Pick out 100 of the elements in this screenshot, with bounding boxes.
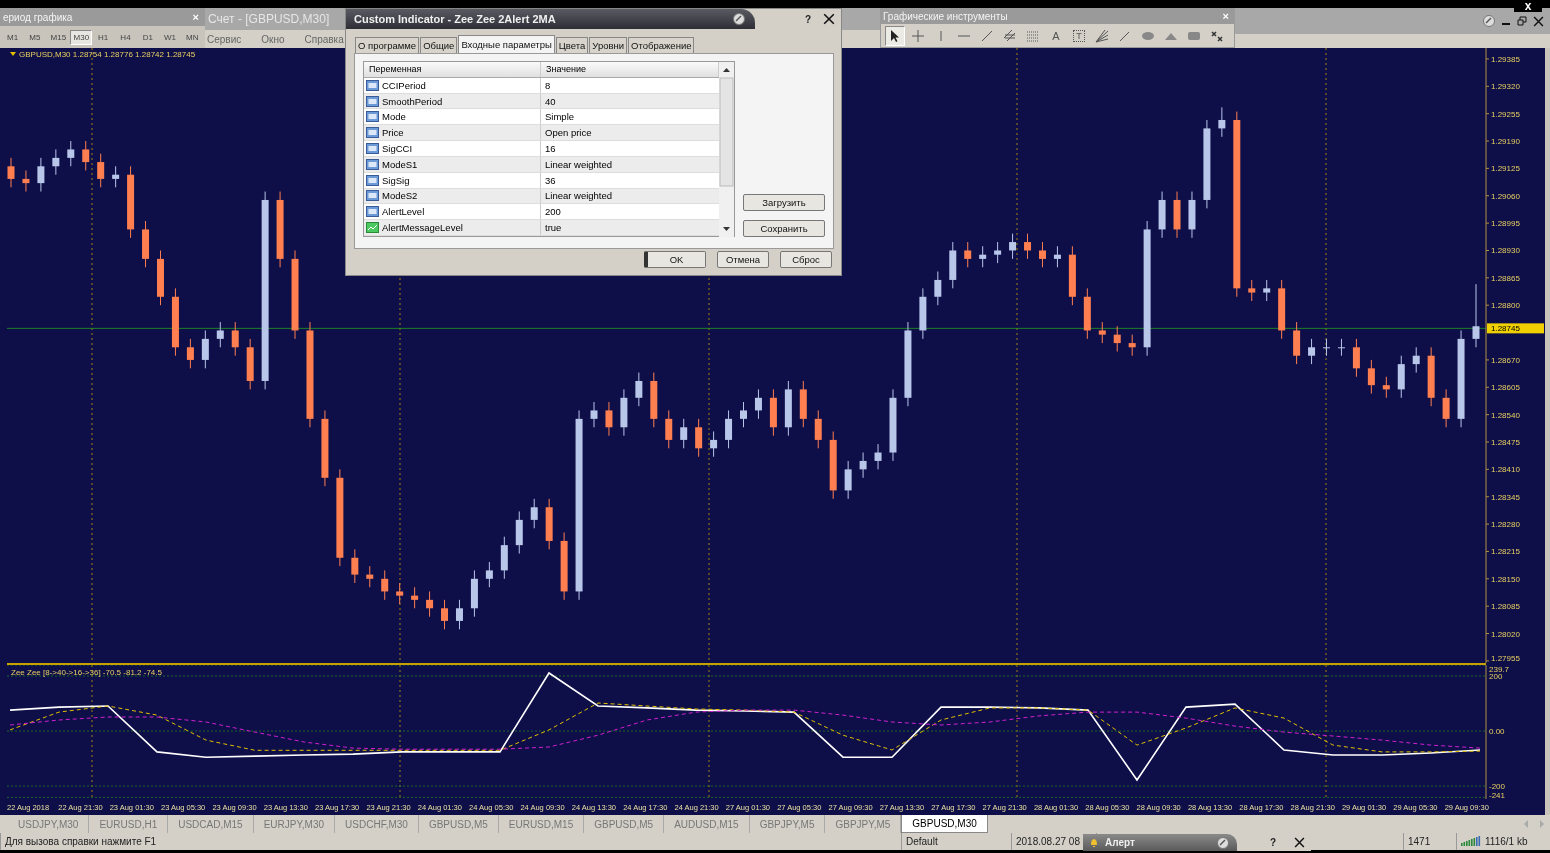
help-button[interactable]: ? <box>804 13 811 25</box>
candlestick <box>1382 376 1390 399</box>
parameter-value[interactable]: Simple <box>541 109 719 125</box>
price-label: 1.28670 <box>1491 355 1520 365</box>
timeframe-button[interactable]: MN <box>181 29 203 45</box>
price-label: 1.28930 <box>1491 246 1520 256</box>
candlestick <box>1024 233 1032 260</box>
candlestick <box>829 431 837 500</box>
side-button[interactable]: Загрузить <box>743 194 825 211</box>
candlestick <box>52 148 60 176</box>
candlestick <box>455 599 463 630</box>
current-price-marker <box>1487 323 1544 334</box>
candlestick <box>620 388 628 437</box>
number-type-icon <box>366 111 379 123</box>
menu-item[interactable]: Сервис <box>207 33 242 45</box>
candlestick <box>1113 325 1121 352</box>
candlestick <box>994 241 1002 264</box>
help-button[interactable]: ? <box>1269 837 1276 848</box>
chart-header: GBPUSD,M30 1.28754 1.28776 1.28742 1.28745 <box>19 50 196 59</box>
dialog-tab[interactable]: Входные параметры <box>458 35 555 53</box>
candlestick <box>82 140 90 171</box>
candlestick <box>1412 346 1420 374</box>
candlestick <box>1472 283 1480 348</box>
dialog-button[interactable]: Отмена <box>717 251 769 268</box>
scrollbar[interactable] <box>719 62 734 237</box>
candlestick <box>1039 241 1046 268</box>
parameter-value[interactable]: Linear weighted <box>541 188 719 204</box>
candlestick <box>7 157 15 188</box>
candlestick <box>859 452 867 479</box>
timeframe-button[interactable]: H1 <box>92 29 114 45</box>
parameter-value[interactable]: 200 <box>541 204 719 220</box>
tool-button[interactable] <box>885 25 905 46</box>
timeframe-button[interactable]: M15 <box>46 29 69 45</box>
parameter-value[interactable]: 36 <box>541 172 719 188</box>
candlestick <box>919 287 927 340</box>
candlestick <box>1293 321 1301 365</box>
tool-button[interactable]: A <box>1046 25 1066 46</box>
number-type-icon <box>366 206 379 218</box>
dialog-tab[interactable]: Цвета <box>555 37 589 53</box>
parameter-value[interactable]: true <box>541 220 719 235</box>
chart-tab[interactable]: GBPUSD,M30 <box>901 815 988 833</box>
horizontal-line-icon <box>958 34 970 37</box>
price-label: 1.28605 <box>1491 383 1520 393</box>
price-label: 1.28475 <box>1491 438 1520 447</box>
candlestick <box>560 532 568 601</box>
parameter-value[interactable]: Linear weighted <box>541 156 719 172</box>
timeframe-button[interactable]: M30 <box>69 29 92 45</box>
parameter-value[interactable]: 16 <box>541 141 719 156</box>
price-label: 1.28215 <box>1491 547 1520 557</box>
dialog-title: Custom Indicator - Zee Zee 2Alert 2MA <box>354 13 556 25</box>
candlestick <box>814 409 822 449</box>
candlestick <box>799 380 807 428</box>
close-icon[interactable] <box>1294 837 1305 848</box>
indicator-scale-label: 0.00 <box>1489 727 1505 737</box>
grid-icon <box>1026 28 1040 43</box>
collapse-triangle-icon[interactable] <box>10 52 16 56</box>
candlestick <box>934 271 942 306</box>
close-icon[interactable] <box>1533 15 1544 27</box>
price-label: 1.29125 <box>1491 164 1520 174</box>
candlestick <box>396 582 404 605</box>
parameter-value[interactable]: 40 <box>541 93 719 109</box>
side-button[interactable]: Сохранить <box>743 220 825 237</box>
number-type-icon <box>366 79 379 91</box>
dialog-tab[interactable]: Отображение <box>628 37 695 53</box>
candlestick <box>665 409 673 449</box>
candlestick <box>411 586 419 609</box>
restore-icon[interactable] <box>1517 16 1527 26</box>
number-type-icon <box>366 95 379 107</box>
parameter-value[interactable]: 8 <box>541 77 719 93</box>
dialog-button[interactable]: Сброс <box>780 251 832 268</box>
candlestick <box>171 287 179 357</box>
dialog-tab[interactable]: Уровни <box>589 37 628 53</box>
number-type-icon <box>366 142 379 154</box>
candlestick <box>1053 245 1061 268</box>
candlestick <box>650 372 658 428</box>
menu-item[interactable]: Справка <box>304 33 344 45</box>
close-icon[interactable] <box>823 13 835 25</box>
number-type-icon <box>366 190 379 202</box>
timeframe-button[interactable]: D1 <box>137 29 159 45</box>
candlestick <box>964 241 972 268</box>
timeframe-button[interactable]: W1 <box>159 29 181 45</box>
timeframe-button[interactable]: M1 <box>2 29 24 45</box>
menu-item[interactable]: Окно <box>261 33 285 45</box>
dialog-tab[interactable]: О программе <box>355 37 420 53</box>
parameter-name: AlertMessageLevel <box>364 220 541 235</box>
parameter-value[interactable]: Open price <box>541 125 719 141</box>
candlestick <box>381 569 389 601</box>
candlestick <box>216 321 224 348</box>
parameter-name: Mode <box>364 109 541 125</box>
candlestick <box>1248 279 1256 302</box>
candlestick <box>186 338 194 369</box>
panel-title: Графические инструменты <box>883 10 1008 22</box>
channel-icon <box>1003 28 1017 43</box>
dialog-button[interactable]: OK <box>644 251 706 268</box>
timeframe-button[interactable]: M5 <box>24 29 46 45</box>
dialog-tab[interactable]: Общие <box>420 37 458 53</box>
close-button[interactable]: x <box>1514 0 1542 12</box>
column-header[interactable]: Переменная <box>364 62 541 77</box>
timeframe-button[interactable]: H4 <box>114 29 137 45</box>
candlestick <box>590 401 598 428</box>
